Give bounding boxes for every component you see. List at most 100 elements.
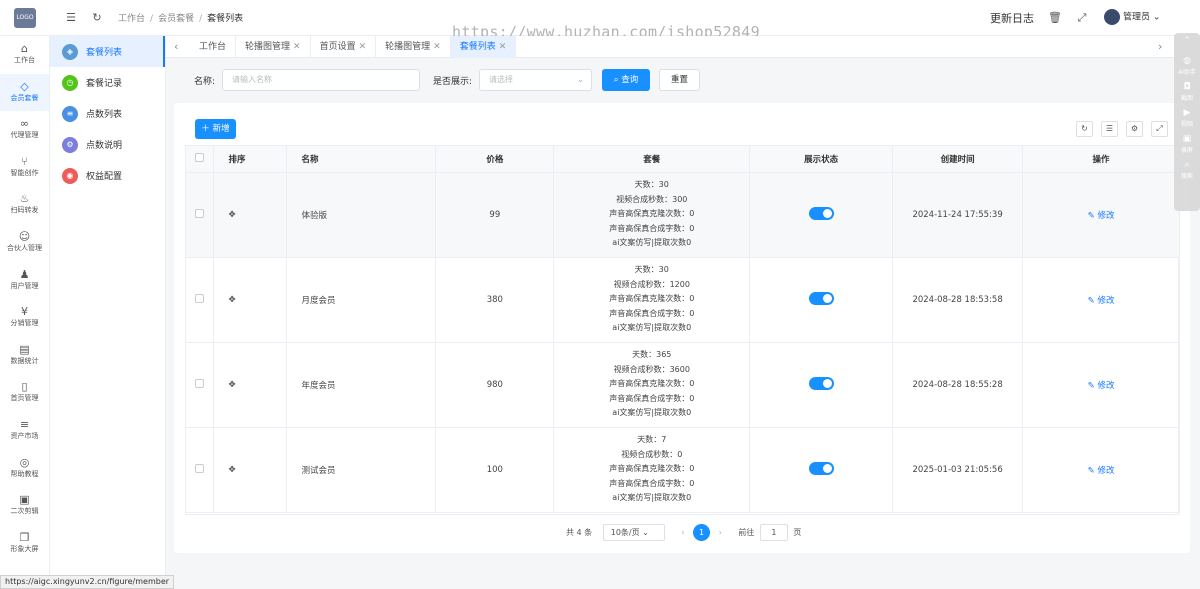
users-icon: ♟ <box>19 267 30 281</box>
row-price: 99 <box>435 172 555 258</box>
select-all-cell[interactable] <box>186 146 215 173</box>
float-search-button[interactable]: ⌕ 搜索 <box>1174 157 1200 183</box>
name-input[interactable]: 请输入名称 <box>222 69 420 91</box>
breadcrumb-item[interactable]: 工作台 <box>118 14 145 24</box>
nav-item-edit[interactable]: ▣ 二次剪辑 <box>0 487 49 525</box>
nav-item-homepage[interactable]: ▯ 首页管理 <box>0 374 49 412</box>
show-label: 是否展示: <box>433 77 473 87</box>
row-select-cell[interactable] <box>186 342 215 428</box>
content-panel: ＋ 新增 ↻ ☰ ⚙ ⤢ 排序 名称 价格 套餐 展示状态 创建时间 操作 ✥ … <box>174 103 1190 553</box>
float-record-button[interactable]: ▣ 录屏 <box>1174 131 1200 157</box>
edit-button[interactable]: ✎ 修改 <box>1088 211 1115 221</box>
edit-icon: ✎ <box>1087 465 1095 476</box>
drag-handle-icon[interactable]: ✥ <box>213 342 288 428</box>
tab-carousel-2[interactable]: 轮播图管理 ✕ <box>376 36 451 58</box>
ai-icon: ◍ <box>1183 56 1191 66</box>
drag-handle-icon[interactable]: ✥ <box>213 257 288 343</box>
name-label: 名称: <box>194 77 216 87</box>
chevron-down-icon: ⌄ <box>642 528 649 537</box>
search-form: 名称: 请输入名称 是否展示: 请选择 ⌄ ⌕ 查询 重置 <box>182 66 1162 94</box>
row-checkbox[interactable] <box>195 293 205 303</box>
row-created: 2024-08-28 18:53:58 <box>892 257 1024 343</box>
drag-handle-icon[interactable]: ✥ <box>213 172 288 258</box>
nav-item-help[interactable]: ◎ 帮助教程 <box>0 450 49 488</box>
nav-item-scan[interactable]: ♨ 扫码转发 <box>0 186 49 224</box>
main-nav-rail: ⌂ 工作台 ◇ 会员套餐 ∞ 代理管理 ⑂ 智能创作 ♨ 扫码转发 ☺ 合伙人管理 ♟ 用户管… <box>0 36 50 589</box>
row-select-cell[interactable] <box>186 172 215 258</box>
tab-package-list[interactable]: 套餐列表 ✕ <box>450 36 517 58</box>
row-checkbox[interactable] <box>195 378 205 388</box>
reset-button[interactable]: 重置 <box>659 69 700 91</box>
query-button[interactable]: ⌕ 查询 <box>602 69 650 91</box>
nav-item-dashboard[interactable]: ⌂ 工作台 <box>0 36 49 74</box>
show-status-toggle[interactable] <box>808 376 834 390</box>
density-icon[interactable]: ☰ <box>1101 121 1118 137</box>
show-status-toggle[interactable] <box>808 291 834 305</box>
tabs-scroll-left-icon[interactable]: ‹ <box>174 40 178 53</box>
goto-page-input[interactable]: 1 <box>759 524 788 541</box>
row-created: 2024-11-24 17:55:39 <box>892 172 1024 258</box>
close-icon[interactable]: ✕ <box>433 42 441 52</box>
float-video-button[interactable]: ▶ 视频 <box>1174 105 1200 131</box>
nav-item-agent[interactable]: ∞ 代理管理 <box>0 111 49 149</box>
menu-collapse-icon[interactable]: ☰ <box>64 11 78 25</box>
trash-icon[interactable]: 🗑 <box>1048 11 1062 25</box>
edit-icon: ✎ <box>1087 380 1095 391</box>
phone-icon: ▯ <box>21 380 28 394</box>
nav-item-users[interactable]: ♟ 用户管理 <box>0 262 49 300</box>
close-icon[interactable]: ✕ <box>499 42 507 52</box>
row-select-cell[interactable] <box>186 427 215 513</box>
breadcrumb-item[interactable]: 会员套餐 <box>158 14 194 24</box>
film-icon: ▣ <box>19 493 30 507</box>
tab-home-settings[interactable]: 首页设置 ✕ <box>311 36 377 58</box>
submenu-item-package-records[interactable]: ◷ 套餐记录 <box>50 67 165 98</box>
submenu-item-points-help[interactable]: ⚙ 点数说明 <box>50 129 165 160</box>
tab-carousel[interactable]: 轮播图管理 ✕ <box>236 36 311 58</box>
float-ai-button[interactable]: ◍ AI助手 <box>1174 53 1200 79</box>
submenu-item-rights-config[interactable]: ◉ 权益配置 <box>50 160 165 191</box>
nav-item-assets[interactable]: ≡ 资产市场 <box>0 412 49 450</box>
edit-button[interactable]: ✎ 修改 <box>1088 381 1115 391</box>
search-icon: ⌕ <box>1184 160 1190 170</box>
settings-icon[interactable]: ⚙ <box>1126 121 1143 137</box>
submenu-item-package-list[interactable]: ◈ 套餐列表 <box>50 36 165 67</box>
drag-handle-icon[interactable]: ✥ <box>213 427 288 513</box>
select-all-checkbox[interactable] <box>195 152 205 162</box>
close-icon[interactable]: ✕ <box>293 42 301 52</box>
row-checkbox[interactable] <box>195 208 205 218</box>
user-menu[interactable]: 管理员 ⌄ <box>1104 9 1160 25</box>
row-select-cell[interactable] <box>186 257 215 343</box>
breadcrumb-current: 套餐列表 <box>207 14 244 24</box>
prev-page-icon[interactable]: ‹ <box>681 528 684 537</box>
edit-button[interactable]: ✎ 修改 <box>1088 296 1115 306</box>
show-status-toggle[interactable] <box>808 206 834 220</box>
tab-dashboard[interactable]: 工作台 <box>190 36 237 58</box>
record-icon: ▣ <box>1182 134 1192 144</box>
nav-item-creation[interactable]: ⑂ 智能创作 <box>0 149 49 187</box>
table-header-row: 排序 名称 价格 套餐 展示状态 创建时间 操作 <box>186 146 1180 173</box>
add-button[interactable]: ＋ 新增 <box>195 119 236 139</box>
nav-item-membership[interactable]: ◇ 会员套餐 <box>0 73 49 112</box>
nav-item-partner[interactable]: ☺ 合伙人管理 <box>0 224 49 262</box>
toolbar-handle-icon[interactable]: ⌃ <box>1174 33 1200 53</box>
float-screenshot-button[interactable]: ◘ 截图 <box>1174 79 1200 105</box>
fullscreen-table-icon[interactable]: ⤢ <box>1151 121 1168 137</box>
show-select[interactable]: 请选择 ⌄ <box>479 69 592 91</box>
page-size-select[interactable]: 10条/页 ⌄ <box>602 524 665 541</box>
update-log-link[interactable]: 更新日志 <box>990 10 1034 26</box>
refresh-icon[interactable]: ↻ <box>90 11 104 25</box>
nav-item-stats[interactable]: ▤ 数据统计 <box>0 337 49 375</box>
tabs-scroll-right-icon[interactable]: › <box>1158 40 1162 53</box>
close-icon[interactable]: ✕ <box>359 42 367 52</box>
edit-button[interactable]: ✎ 修改 <box>1088 466 1115 476</box>
show-status-toggle[interactable] <box>808 461 834 475</box>
nav-item-screen[interactable]: ❐ 形象大屏 <box>0 525 49 563</box>
row-checkbox[interactable] <box>195 463 205 473</box>
nav-item-distribution[interactable]: ¥ 分销管理 <box>0 299 49 337</box>
handshake-icon: ☺ <box>18 229 31 243</box>
page-number-current[interactable]: 1 <box>693 524 711 541</box>
submenu-item-points-list[interactable]: ≡ 点数列表 <box>50 98 165 129</box>
fullscreen-icon[interactable]: ⤢ <box>1075 11 1089 25</box>
refresh-table-icon[interactable]: ↻ <box>1076 121 1093 137</box>
next-page-icon[interactable]: › <box>719 528 722 537</box>
